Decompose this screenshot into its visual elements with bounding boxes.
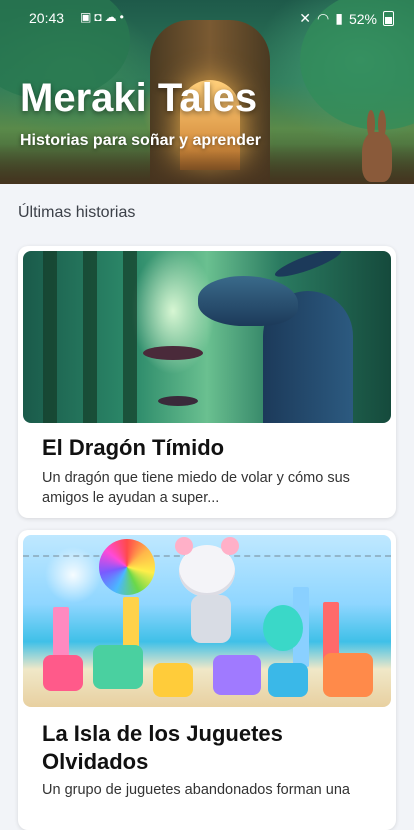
notification-icons: ▣◘☁• <box>80 10 127 24</box>
system-icons: ✕ ◠ ▮ 52% <box>299 10 394 27</box>
battery-icon <box>383 11 394 26</box>
story-image-dragon <box>23 251 391 423</box>
dot-icon: • <box>119 10 127 24</box>
toy-bear-head <box>175 537 239 597</box>
image-icon: ▣ <box>80 10 95 24</box>
section-title: Últimas historias <box>18 204 136 221</box>
app-subtitle: Historias para soñar y aprender <box>20 132 261 149</box>
dragon-horn <box>272 251 344 282</box>
app-title: Meraki Tales <box>20 76 258 120</box>
story-description: Un grupo de juguetes abandonados forman … <box>42 782 350 798</box>
toy-block <box>213 655 261 695</box>
toy-bear <box>153 663 193 697</box>
pinwheel <box>99 539 155 595</box>
toy-bear <box>268 663 308 697</box>
story-description: Un dragón que tiene miedo de volar y cóm… <box>42 470 350 506</box>
flying-dragon <box>158 396 198 406</box>
mute-icon: ✕ <box>299 10 312 26</box>
story-card[interactable]: La Isla de los Juguetes Olvidados Un gru… <box>18 530 396 830</box>
status-bar: 20:43 ▣◘☁• ✕ ◠ ▮ 52% <box>0 0 414 34</box>
tree-trunk <box>83 251 97 423</box>
tree-trunk <box>43 251 57 423</box>
signal-icon: ▮ <box>335 10 343 26</box>
toy-robot <box>191 595 231 643</box>
toy-block <box>323 653 373 697</box>
story-title: El Dragón Tímido <box>42 435 225 460</box>
story-image-toys <box>23 535 391 707</box>
tree-trunk <box>123 251 137 423</box>
story-card[interactable]: El Dragón Tímido Un dragón que tiene mie… <box>18 246 396 518</box>
alarm-icon: ◘ <box>94 10 105 24</box>
wifi-icon: ◠ <box>317 10 330 26</box>
toy-block <box>43 655 83 691</box>
status-time: 20:43 <box>29 10 65 26</box>
rabbit-illustration <box>362 110 392 182</box>
battery-percent: 52% <box>348 10 377 27</box>
dragon-head <box>198 276 298 326</box>
story-title: La Isla de los Juguetes Olvidados <box>42 721 283 774</box>
forest-ground <box>0 144 414 184</box>
cloud-icon: ☁ <box>104 10 120 24</box>
toy-teddy <box>263 605 303 651</box>
toy-block <box>93 645 143 689</box>
flying-dragon <box>143 346 203 360</box>
